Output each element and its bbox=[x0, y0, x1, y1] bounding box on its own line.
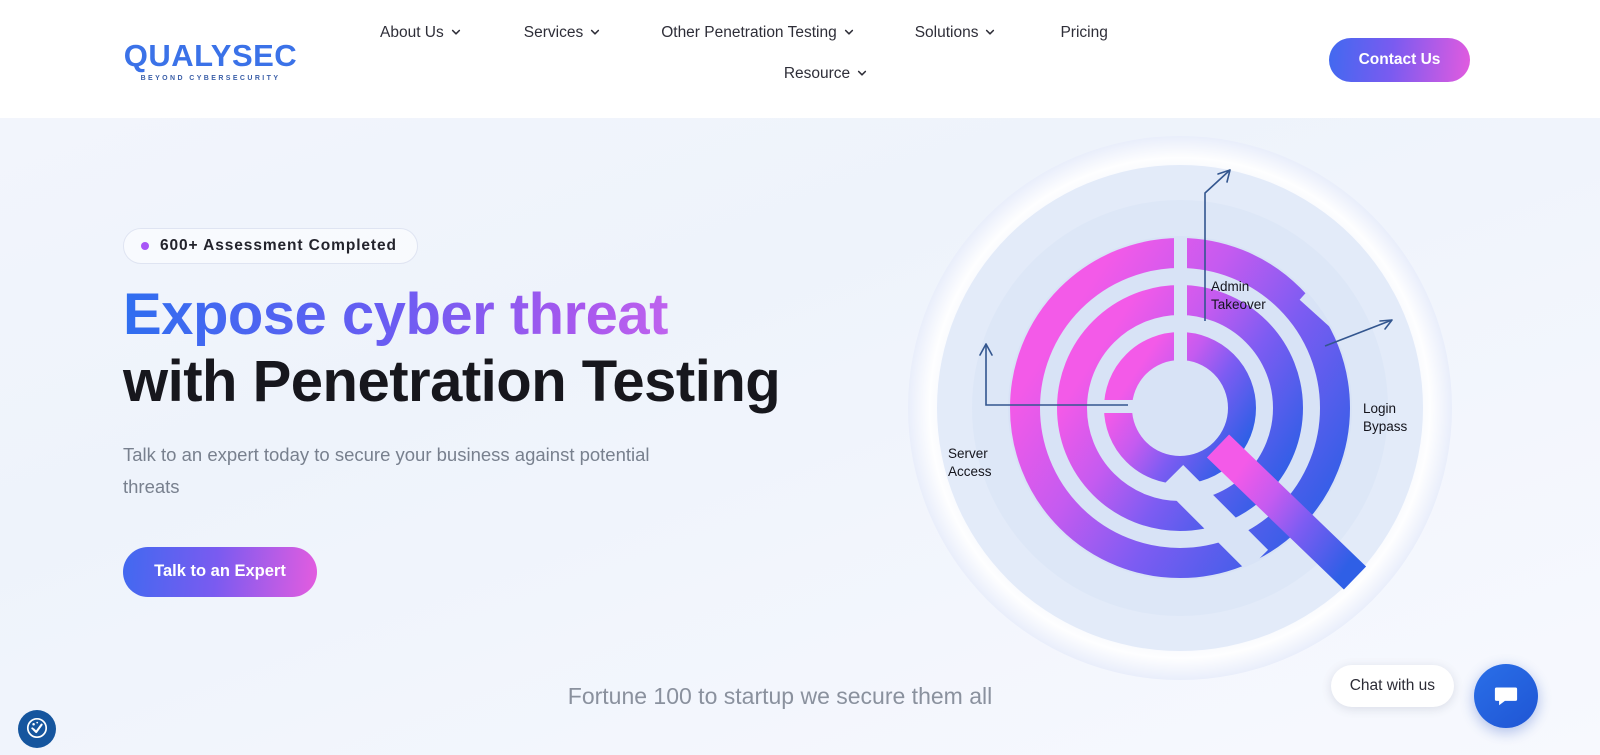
chevron-down-icon bbox=[857, 68, 867, 77]
hero-section: 600+ Assessment Completed Expose cyber t… bbox=[0, 118, 1600, 755]
nav-row-secondary: Resource bbox=[380, 61, 1270, 87]
site-header: QUALYSEC BEYOND CYBERSECURITY About Us S… bbox=[0, 0, 1600, 118]
page-title: Expose cyber threat with Penetration Tes… bbox=[123, 283, 823, 414]
chat-button[interactable] bbox=[1474, 664, 1538, 728]
graphic-label-admin-takeover: Admin Takeover bbox=[1211, 278, 1266, 314]
nav-item-resource[interactable]: Resource bbox=[783, 61, 867, 87]
chevron-down-icon bbox=[985, 27, 995, 36]
nav-item-about-us[interactable]: About Us bbox=[380, 20, 460, 46]
graphic-label-line: Admin bbox=[1211, 279, 1250, 294]
badge-dot-icon bbox=[141, 242, 149, 250]
graphic-label-login-bypass: Login Bypass bbox=[1363, 400, 1407, 436]
nav-item-label: Resource bbox=[783, 65, 851, 82]
logo-tagline: BEYOND CYBERSECURITY bbox=[140, 74, 281, 82]
nav-item-label: About Us bbox=[380, 24, 444, 41]
nav-item-label: Pricing bbox=[1060, 24, 1108, 41]
nav-item-label: Solutions bbox=[914, 24, 979, 41]
nav-item-solutions[interactable]: Solutions bbox=[915, 20, 995, 46]
nav-item-pricing[interactable]: Pricing bbox=[1060, 20, 1107, 46]
hero-subtitle: Talk to an expert today to secure your b… bbox=[123, 444, 650, 498]
logo-wordmark: QUALYSEC bbox=[123, 37, 298, 73]
hero-content: 600+ Assessment Completed Expose cyber t… bbox=[123, 228, 823, 597]
chevron-down-icon bbox=[451, 27, 460, 36]
nav-item-services[interactable]: Services bbox=[523, 20, 600, 46]
talk-to-an-expert-button[interactable]: Talk to an Expert bbox=[123, 546, 317, 597]
chevron-down-icon bbox=[590, 27, 600, 36]
headline-line-1: Expose cyber threat bbox=[123, 283, 823, 347]
badge-label: 600+ Assessment Completed bbox=[160, 237, 397, 254]
graphic-label-line: Access bbox=[948, 463, 992, 479]
graphic-label-line: Takeover bbox=[1211, 296, 1266, 312]
graphic-label-server-access: Server Access bbox=[948, 445, 992, 481]
accessibility-cookie-icon bbox=[25, 716, 49, 743]
graphic-label-line: Server bbox=[948, 446, 988, 461]
headline-line-2: with Penetration Testing bbox=[123, 348, 781, 414]
chevron-down-icon bbox=[844, 27, 853, 36]
nav-item-label: Other Penetration Testing bbox=[661, 24, 837, 41]
site-logo[interactable]: QUALYSEC BEYOND CYBERSECURITY bbox=[123, 38, 298, 83]
main-navigation: About Us Services Other Penetration Test… bbox=[380, 20, 1260, 87]
hero-bottom-tagline: Fortune 100 to startup we secure them al… bbox=[567, 683, 993, 709]
nav-item-label: Services bbox=[523, 24, 584, 41]
graphic-label-line: Bypass bbox=[1363, 418, 1408, 434]
graphic-label-line: Login bbox=[1363, 401, 1397, 416]
chat-tooltip[interactable]: Chat with us bbox=[1330, 665, 1454, 707]
contact-us-button[interactable]: Contact Us bbox=[1329, 38, 1470, 82]
nav-row-primary: About Us Services Other Penetration Test… bbox=[380, 20, 1260, 46]
assessment-badge: 600+ Assessment Completed bbox=[123, 228, 418, 264]
accessibility-button[interactable] bbox=[18, 710, 56, 748]
nav-item-other-penetration-testing[interactable]: Other Penetration Testing bbox=[661, 20, 853, 46]
chat-bubble-icon bbox=[1492, 681, 1520, 712]
